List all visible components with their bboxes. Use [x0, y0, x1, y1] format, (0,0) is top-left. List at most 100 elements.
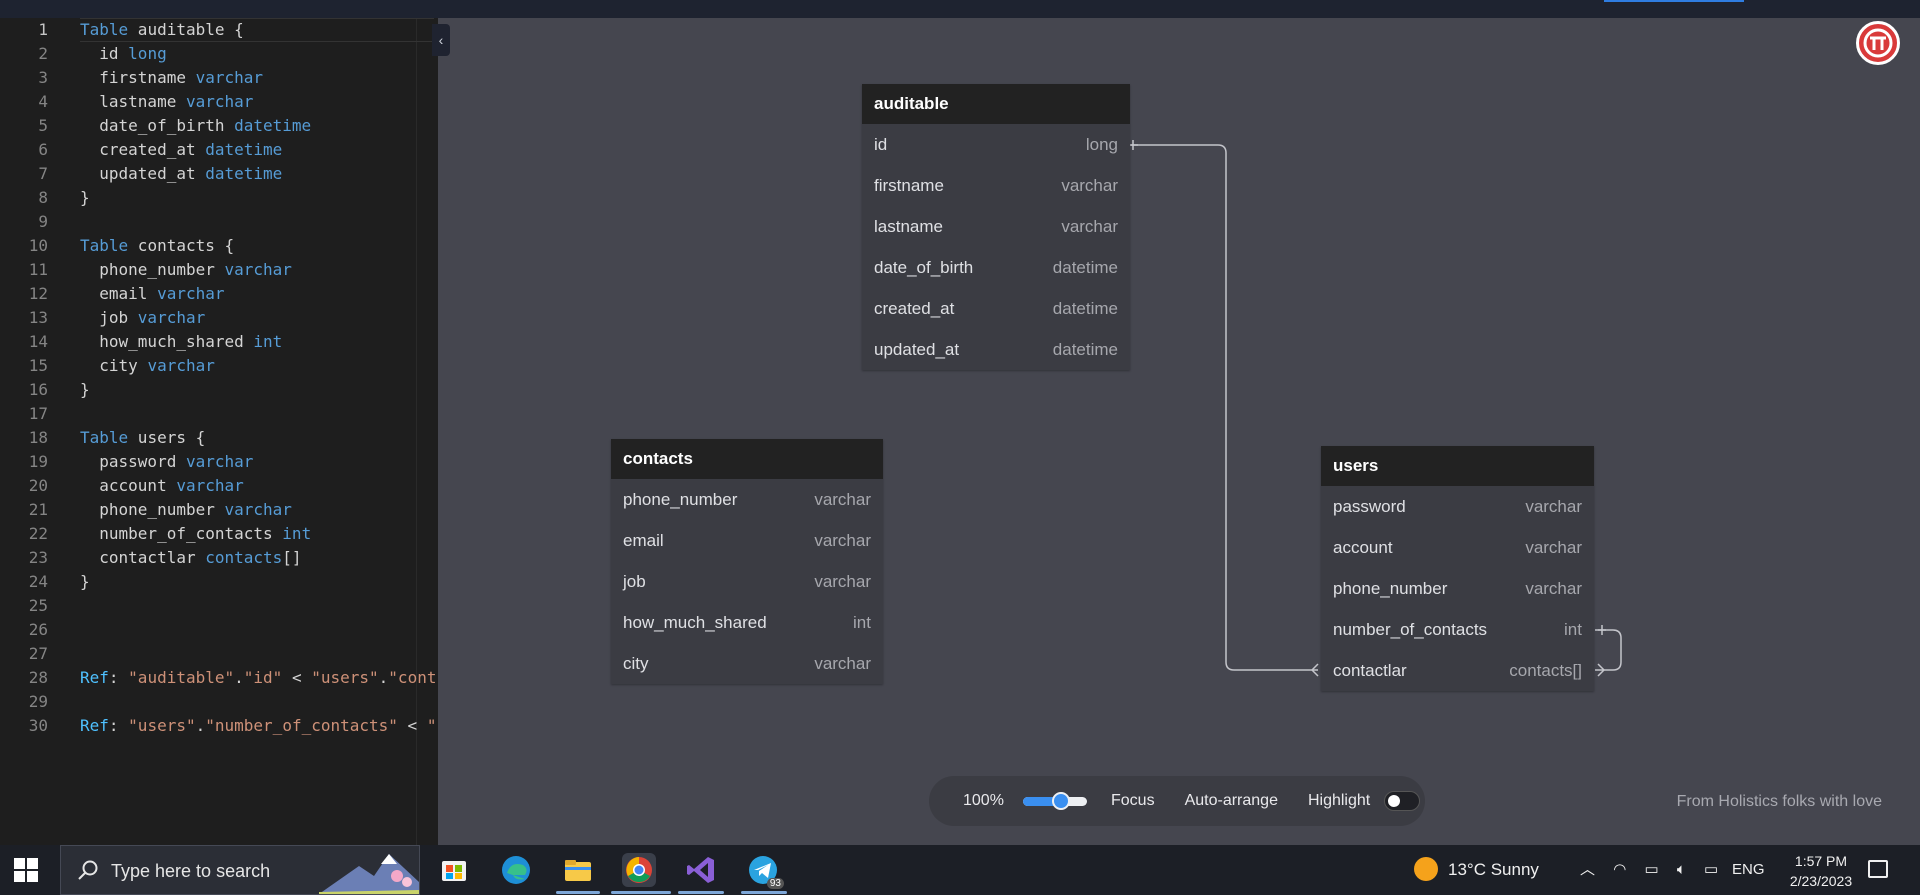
table-field-row[interactable]: city varchar	[611, 643, 883, 684]
code-line[interactable]: 24}	[0, 570, 438, 594]
top-accent-bar	[1604, 0, 1744, 2]
code-line[interactable]: 1 Table auditable {	[0, 18, 438, 42]
code-line[interactable]: 22 number_of_contacts int	[0, 522, 438, 546]
code-line[interactable]: 21 phone_number varchar	[0, 498, 438, 522]
table-header[interactable]: auditable	[862, 84, 1130, 124]
code-line[interactable]: 20 account varchar	[0, 474, 438, 498]
clock[interactable]: 1:57 PM 2/23/2023	[1776, 851, 1866, 891]
volume-icon[interactable]: 🔈︎	[1677, 861, 1686, 878]
table-field-row[interactable]: contactlar contacts[]	[1321, 650, 1594, 691]
code-line[interactable]: 26	[0, 618, 438, 642]
visual-studio-indicator	[678, 891, 724, 894]
file-explorer-icon[interactable]	[561, 853, 595, 887]
code-text: created_at datetime	[80, 140, 283, 159]
table-field-row[interactable]: id long	[862, 124, 1130, 165]
ref-line-auditable-users	[1131, 144, 1318, 671]
file-explorer-indicator	[556, 891, 600, 894]
code-line[interactable]: 3 firstname varchar	[0, 66, 438, 90]
line-number: 11	[28, 260, 48, 279]
code-line[interactable]: 30 Ref: "users"."number_of_contacts" < "	[0, 714, 438, 738]
code-line[interactable]: 7 updated_at datetime	[0, 162, 438, 186]
table-field-row[interactable]: email varchar	[611, 520, 883, 561]
code-line[interactable]: 10 Table contacts {	[0, 234, 438, 258]
table-header[interactable]: contacts	[611, 439, 883, 479]
code-line[interactable]: 18 Table users {	[0, 426, 438, 450]
table-field-row[interactable]: phone_number varchar	[1321, 568, 1594, 609]
code-line[interactable]: 5 date_of_birth datetime	[0, 114, 438, 138]
line-number: 24	[28, 572, 48, 591]
code-line[interactable]: 6 created_at datetime	[0, 138, 438, 162]
microsoft-store-icon[interactable]	[437, 853, 471, 887]
table-field-row[interactable]: account varchar	[1321, 527, 1594, 568]
field-type: long	[1085, 134, 1118, 154]
line-number: 20	[28, 476, 48, 495]
table-auditable[interactable]: auditable id long firstname varchar lastname v…	[862, 84, 1130, 370]
battery-icon[interactable]: ▭	[1704, 861, 1718, 878]
zoom-slider[interactable]	[1023, 792, 1087, 810]
code-line[interactable]: 23 contactlar contacts[]	[0, 546, 438, 570]
table-field-row[interactable]: password varchar	[1321, 486, 1594, 527]
auto-arrange-button[interactable]: Auto-arrange	[1185, 792, 1278, 810]
code-text: updated_at datetime	[80, 164, 283, 183]
code-text: Ref: "auditable"."id" < "users"."cont	[80, 668, 437, 687]
visual-studio-icon[interactable]	[684, 853, 718, 887]
highlight-toggle[interactable]	[1384, 791, 1421, 811]
diagram-canvas[interactable]: auditable id long firstname varchar lastname v…	[438, 18, 1920, 845]
code-line[interactable]: 17	[0, 402, 438, 426]
code-line[interactable]: 29	[0, 690, 438, 714]
field-name: password	[1333, 496, 1406, 516]
field-type: varchar	[1061, 216, 1118, 236]
table-header[interactable]: users	[1321, 446, 1594, 486]
taskbar: Type here to search 93 13°C Sunny ︿ ◠ ▭ …	[0, 845, 1920, 895]
field-name: updated_at	[874, 339, 960, 359]
line-number: 5	[38, 116, 48, 135]
windows-start-button[interactable]	[14, 858, 38, 882]
code-line[interactable]: 9	[0, 210, 438, 234]
code-editor[interactable]: 1 Table auditable {2 id long 3 firstname v…	[0, 18, 438, 845]
table-field-row[interactable]: phone_number varchar	[611, 479, 883, 520]
code-line[interactable]: 11 phone_number varchar	[0, 258, 438, 282]
table-field-row[interactable]: updated_at datetime	[862, 329, 1130, 370]
meet-now-icon[interactable]: ▭	[1644, 861, 1658, 878]
code-line[interactable]: 12 email varchar	[0, 282, 438, 306]
edge-browser-icon[interactable]	[499, 853, 533, 887]
network-icon[interactable]: ◠	[1613, 861, 1626, 878]
code-line[interactable]: 25	[0, 594, 438, 618]
code-line[interactable]: 2 id long	[0, 42, 438, 66]
field-name: firstname	[874, 175, 944, 195]
code-line[interactable]: 28 Ref: "auditable"."id" < "users"."cont	[0, 666, 438, 690]
holistics-logo[interactable]	[1856, 21, 1900, 65]
notification-icon[interactable]	[1868, 860, 1888, 878]
code-text: date_of_birth datetime	[80, 116, 312, 135]
telegram-icon[interactable]: 93	[746, 853, 784, 889]
table-field-row[interactable]: how_much_shared int	[611, 602, 883, 643]
code-line[interactable]: 14 how_much_shared int	[0, 330, 438, 354]
code-line[interactable]: 4 lastname varchar	[0, 90, 438, 114]
zoom-slider-knob[interactable]	[1052, 792, 1071, 810]
language-indicator[interactable]: ENG	[1732, 845, 1765, 895]
taskbar-search[interactable]: Type here to search	[60, 845, 420, 895]
code-line[interactable]: 13 job varchar	[0, 306, 438, 330]
chrome-browser-icon[interactable]	[622, 853, 656, 887]
code-line[interactable]: 19 password varchar	[0, 450, 438, 474]
code-text: number_of_contacts int	[80, 524, 312, 543]
code-line[interactable]: 27	[0, 642, 438, 666]
table-field-row[interactable]: lastname varchar	[862, 206, 1130, 247]
table-field-row[interactable]: job varchar	[611, 561, 883, 602]
field-name: account	[1333, 537, 1393, 557]
table-users[interactable]: users password varchar account varchar phone_…	[1321, 446, 1594, 691]
table-contacts[interactable]: contacts phone_number varchar email varchar j…	[611, 439, 883, 684]
code-text: }	[80, 188, 90, 207]
code-line[interactable]: 15 city varchar	[0, 354, 438, 378]
code-line[interactable]: 16}	[0, 378, 438, 402]
focus-button[interactable]: Focus	[1111, 792, 1155, 810]
table-field-row[interactable]: number_of_contacts int	[1321, 609, 1594, 650]
chevron-up-icon[interactable]: ︿	[1580, 861, 1595, 878]
table-field-row[interactable]: date_of_birth datetime	[862, 247, 1130, 288]
table-field-row[interactable]: created_at datetime	[862, 288, 1130, 329]
table-field-row[interactable]: firstname varchar	[862, 165, 1130, 206]
weather-widget[interactable]: 13°C Sunny	[1414, 845, 1539, 895]
line-number: 1	[38, 20, 48, 39]
field-name: created_at	[874, 298, 955, 318]
code-line[interactable]: 8}	[0, 186, 438, 210]
